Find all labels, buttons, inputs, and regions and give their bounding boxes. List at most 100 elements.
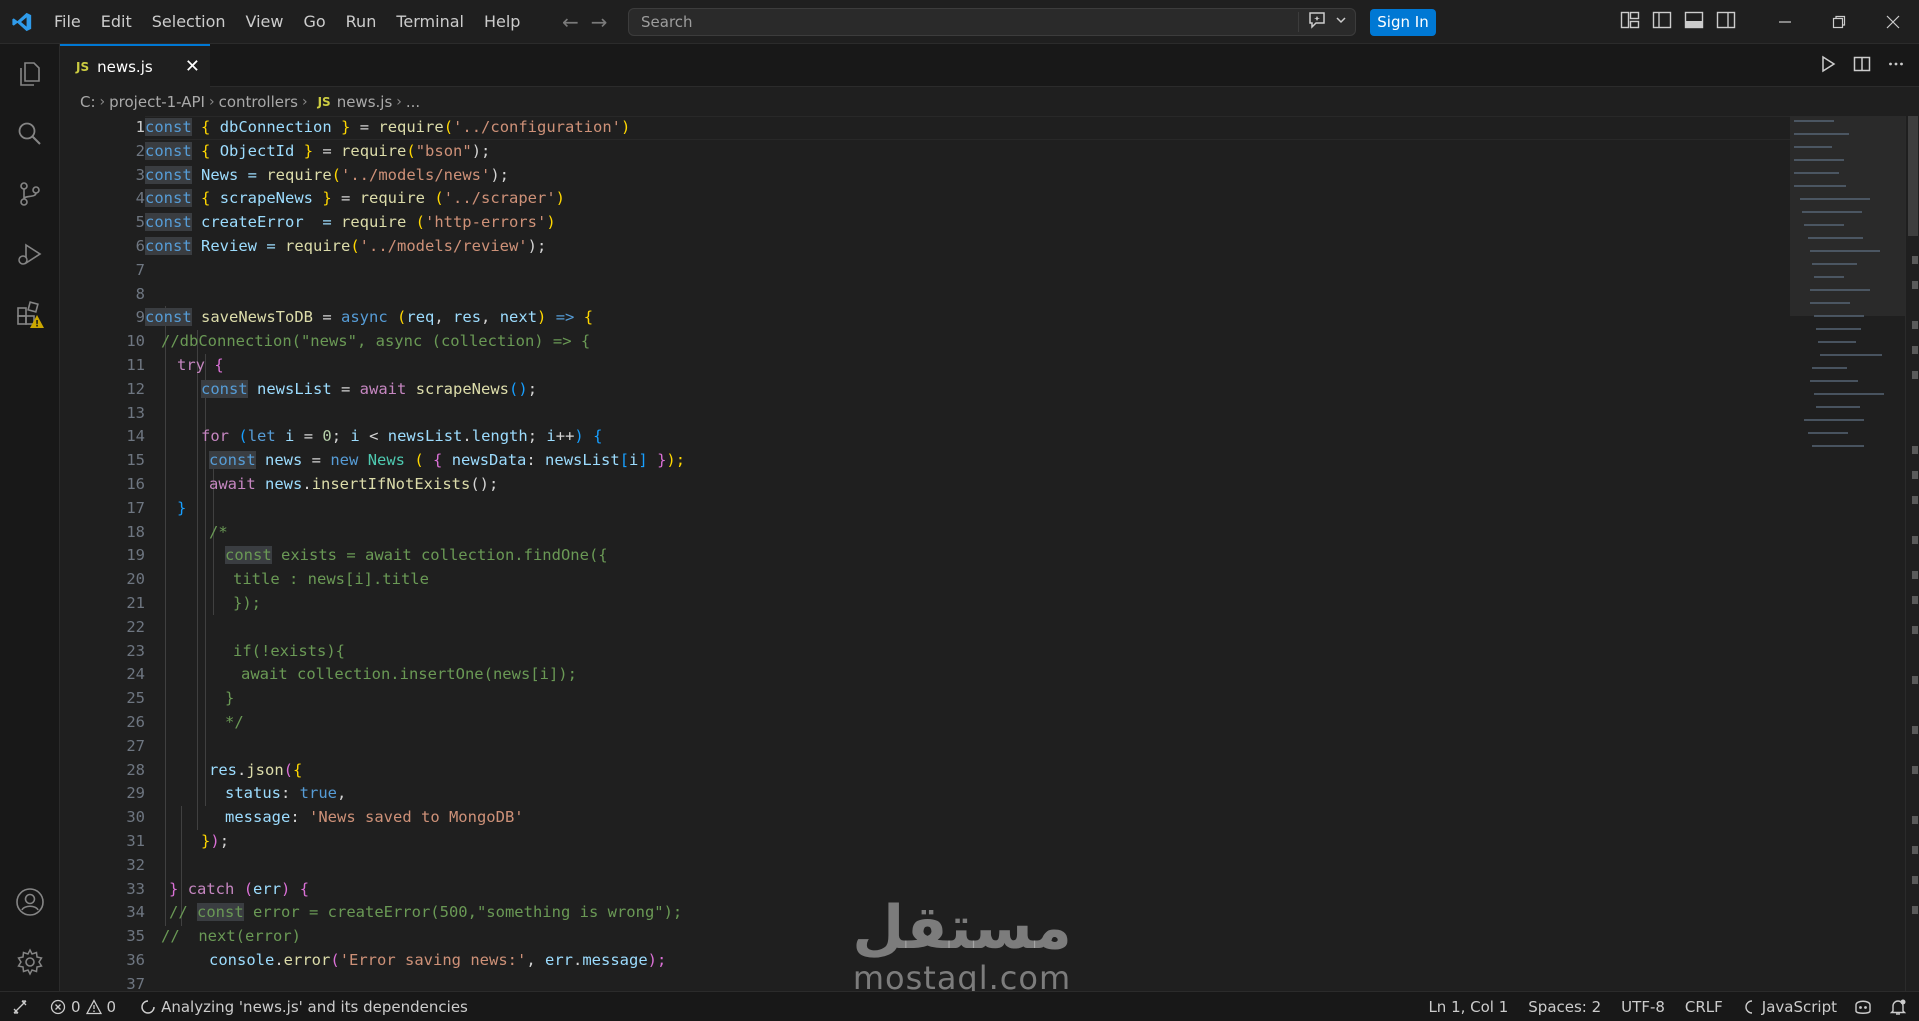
line-number: 17 xyxy=(126,498,145,517)
minimap[interactable] xyxy=(1790,116,1905,991)
breadcrumb-folder-project[interactable]: project-1-API xyxy=(109,93,205,111)
menu-edit[interactable]: Edit xyxy=(91,0,142,44)
line-number: 24 xyxy=(126,665,145,684)
copilot-controls xyxy=(1298,12,1355,32)
menu-go[interactable]: Go xyxy=(293,0,335,44)
cursor-position[interactable]: Ln 1, Col 1 xyxy=(1420,992,1520,1021)
indent-guide xyxy=(197,330,198,830)
sign-in-button[interactable]: Sign In xyxy=(1370,9,1436,36)
scrollbar-marker xyxy=(1912,346,1918,354)
tab-label: news.js xyxy=(97,57,153,76)
tab-close-icon[interactable]: ✕ xyxy=(185,56,200,77)
chevron-down-icon[interactable] xyxy=(1335,14,1347,30)
restore-icon[interactable] xyxy=(1812,0,1866,44)
remote-indicator[interactable] xyxy=(0,992,42,1021)
breadcrumb-file[interactable]: news.js xyxy=(337,93,393,111)
code-line-23: if(!exists){ xyxy=(233,641,345,660)
status-bar: 0 0 Analyzing 'news.js' and its dependen… xyxy=(0,991,1919,1021)
line-number: 18 xyxy=(126,522,145,541)
code-line-35: // next(error) xyxy=(161,927,301,946)
menu-view[interactable]: View xyxy=(236,0,294,44)
split-editor-icon[interactable] xyxy=(1853,55,1871,77)
copilot-status-icon[interactable] xyxy=(1845,992,1881,1021)
scrollbar-marker xyxy=(1912,876,1918,884)
minimap-line xyxy=(1816,328,1861,330)
notifications-bell-icon[interactable] xyxy=(1881,992,1919,1021)
minimap-line xyxy=(1804,419,1864,421)
line-endings[interactable]: CRLF xyxy=(1677,992,1735,1021)
close-icon[interactable] xyxy=(1866,0,1919,44)
breadcrumb-symbols[interactable]: ... xyxy=(406,93,420,111)
code-editor[interactable]: 1 2 3 4 5 6 7 8 9 10 11 12 13 14 15 16 17 18 19 20 21 22 23 24 2… xyxy=(60,116,1790,991)
line-number: 7 xyxy=(135,260,145,279)
scrollbar-thumb[interactable] xyxy=(1908,116,1918,236)
minimap-line xyxy=(1808,237,1863,239)
code-area[interactable]: const { dbConnection } = require('../con… xyxy=(145,116,1745,991)
navigation-arrows: ← → xyxy=(562,0,608,44)
line-number: 19 xyxy=(126,546,145,565)
minimap-line xyxy=(1808,432,1848,434)
code-line-31: }); xyxy=(201,832,230,850)
scrollbar-marker xyxy=(1912,321,1918,329)
language-mode[interactable]: JavaScript xyxy=(1735,992,1845,1021)
settings-gear-icon[interactable] xyxy=(14,946,46,978)
line-number: 10 xyxy=(126,332,145,351)
more-actions-icon[interactable] xyxy=(1887,55,1905,77)
indentation[interactable]: Spaces: 2 xyxy=(1520,992,1613,1021)
line-number: 35 xyxy=(126,927,145,946)
breadcrumb-drive[interactable]: C: xyxy=(80,93,96,111)
svg-text:!: ! xyxy=(35,320,39,330)
scrollbar-marker xyxy=(1912,471,1918,479)
forward-arrow-icon[interactable]: → xyxy=(591,10,608,34)
minimize-icon[interactable] xyxy=(1758,0,1812,44)
search-icon[interactable] xyxy=(14,118,46,150)
analysis-status[interactable]: Analyzing 'news.js' and its dependencies xyxy=(124,992,476,1021)
menu-selection[interactable]: Selection xyxy=(142,0,236,44)
menu-file[interactable]: File xyxy=(44,0,91,44)
line-number: 31 xyxy=(126,832,145,850)
line-number: 11 xyxy=(126,356,145,374)
code-line-30: message: 'News saved to MongoDB' xyxy=(225,808,524,827)
menu-terminal[interactable]: Terminal xyxy=(386,0,474,44)
encoding[interactable]: UTF-8 xyxy=(1613,992,1677,1021)
command-center-search[interactable]: Search xyxy=(628,8,1356,36)
error-icon xyxy=(50,999,66,1014)
back-arrow-icon[interactable]: ← xyxy=(562,10,579,34)
line-number: 28 xyxy=(126,760,145,779)
extensions-icon[interactable]: ! xyxy=(14,298,46,330)
minimap-line xyxy=(1810,289,1870,291)
line-number: 32 xyxy=(126,855,145,874)
vertical-scrollbar[interactable] xyxy=(1905,116,1919,991)
code-line-29: status: true, xyxy=(225,784,347,803)
source-control-icon[interactable] xyxy=(14,178,46,210)
run-file-icon[interactable] xyxy=(1819,55,1837,77)
scrollbar-marker xyxy=(1912,676,1918,684)
code-line-26: */ xyxy=(225,713,244,731)
line-number: 14 xyxy=(126,427,145,446)
minimap-line xyxy=(1794,146,1832,148)
toggle-panel-icon[interactable] xyxy=(1684,11,1704,33)
copilot-chat-icon[interactable] xyxy=(1307,11,1327,33)
toggle-secondary-sidebar-icon[interactable] xyxy=(1716,11,1736,33)
minimap-line xyxy=(1816,406,1860,408)
scrollbar-marker xyxy=(1912,596,1918,604)
search-placeholder: Search xyxy=(641,13,693,31)
code-line-33: } catch (err) { xyxy=(169,879,310,898)
run-debug-icon[interactable] xyxy=(14,238,46,270)
breadcrumb-folder-controllers[interactable]: controllers xyxy=(219,93,298,111)
menu-help[interactable]: Help xyxy=(474,0,530,44)
problems-indicator[interactable]: 0 0 xyxy=(42,992,124,1021)
code-line-6: const Review = require('../models/review… xyxy=(145,237,547,255)
breadcrumb: C: › project-1-API › controllers › JS ne… xyxy=(60,88,1919,116)
error-count: 0 xyxy=(71,997,81,1016)
toggle-primary-sidebar-icon[interactable] xyxy=(1652,11,1672,33)
tab-news-js[interactable]: JS news.js ✕ xyxy=(60,44,210,87)
menu-bar: File Edit Selection View Go Run Terminal… xyxy=(44,0,530,44)
activity-bar: ! xyxy=(0,44,60,991)
explorer-icon[interactable] xyxy=(14,58,46,90)
line-number: 1 xyxy=(135,118,145,136)
code-line-18: /* xyxy=(209,522,228,541)
account-icon[interactable] xyxy=(14,886,46,918)
menu-run[interactable]: Run xyxy=(336,0,387,44)
customize-layout-icon[interactable] xyxy=(1620,11,1640,33)
